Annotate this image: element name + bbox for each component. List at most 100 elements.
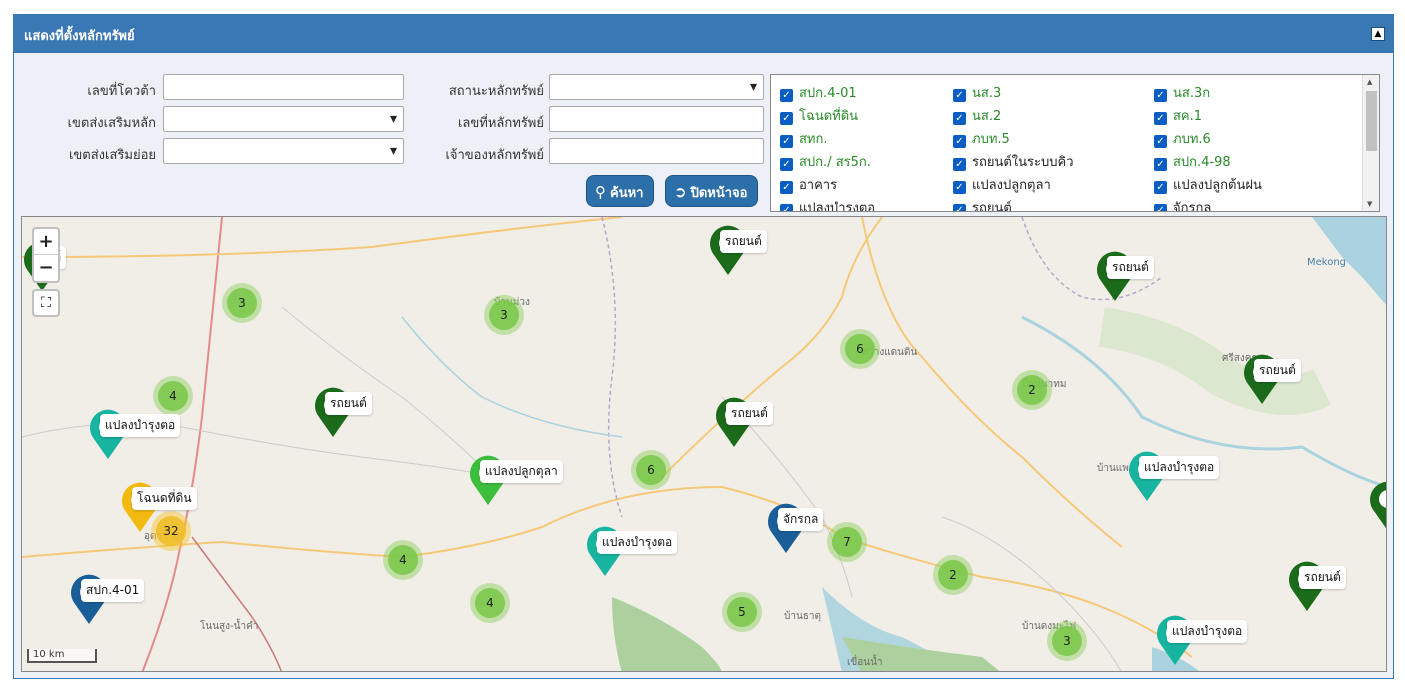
- quota-no-label: เลขที่โควต้า: [87, 84, 156, 99]
- map-marker[interactable]: รถยนต์: [1287, 559, 1346, 613]
- marker-cluster[interactable]: 4: [153, 376, 193, 416]
- checkbox-item[interactable]: ✓ ภบท.6: [1154, 128, 1211, 149]
- checkbox-item[interactable]: ✓ นส.3ก: [1154, 82, 1210, 103]
- checkbox-item[interactable]: ✓ จักรกล: [1154, 197, 1211, 211]
- map-marker[interactable]: จักรกล: [766, 501, 824, 555]
- checkbox-item[interactable]: ✓ สทก.: [780, 128, 828, 149]
- panel-header: แสดงที่ตั้งหลักทรัพย์ ▲: [14, 15, 1393, 53]
- check-icon[interactable]: ✓: [1154, 135, 1167, 148]
- search-button-label: ค้นหา: [610, 186, 644, 201]
- check-icon[interactable]: ✓: [780, 112, 793, 125]
- marker-cluster[interactable]: 3: [222, 283, 262, 323]
- zoom-out-button[interactable]: −: [34, 255, 58, 281]
- map-marker[interactable]: แปลงบำรุงตอ: [1155, 613, 1248, 667]
- map-marker[interactable]: รถยนต์: [708, 223, 767, 277]
- check-icon[interactable]: ✓: [1154, 181, 1167, 194]
- asset-no-input[interactable]: [549, 106, 764, 132]
- scroll-up-icon[interactable]: ▲: [1367, 78, 1372, 86]
- checklist-scrollbar[interactable]: ▲ ▼: [1362, 75, 1379, 211]
- marker-cluster[interactable]: 2: [933, 555, 973, 595]
- map-place-label: เขื่อนนํ้า: [847, 657, 883, 668]
- marker-cluster[interactable]: 2: [1012, 370, 1052, 410]
- map-place-label: Mekong: [1307, 257, 1347, 268]
- owner-label: เจ้าของหลักทรัพย์: [445, 148, 544, 163]
- checkbox-item[interactable]: ✓ สปก./ สร5ก.: [780, 151, 871, 172]
- checkbox-item[interactable]: ✓ รถยนต์ในระบบคิว: [953, 151, 1074, 172]
- checkbox-item[interactable]: ✓ แปลงปลูกต้นฝน: [1154, 174, 1262, 195]
- map-marker[interactable]: แปลงบำรุงตอ: [1127, 449, 1220, 503]
- map-marker[interactable]: รถยนต์: [1095, 249, 1154, 303]
- map-marker[interactable]: โฉนดที่ดิน: [120, 480, 197, 534]
- checkbox-item[interactable]: ✓ แปลงปลูกตุลา: [953, 174, 1051, 195]
- panel-title: แสดงที่ตั้งหลักทรัพย์: [24, 29, 135, 44]
- check-icon[interactable]: ✓: [780, 135, 793, 148]
- map-pin-icon: [1370, 481, 1386, 529]
- map-marker[interactable]: รถยนต์: [313, 385, 372, 439]
- check-icon[interactable]: ✓: [1154, 204, 1167, 211]
- marker-cluster[interactable]: 4: [470, 583, 510, 623]
- marker-cluster[interactable]: 6: [631, 450, 671, 490]
- check-icon[interactable]: ✓: [953, 112, 966, 125]
- close-screen-button[interactable]: ➲ ปิดหน้าจอ: [665, 175, 758, 207]
- map-marker[interactable]: รถยนต์: [1242, 352, 1301, 406]
- check-icon[interactable]: ✓: [780, 181, 793, 194]
- marker-cluster[interactable]: 3: [1047, 621, 1087, 661]
- asset-status-label: สถานะหลักทรัพย์: [448, 84, 544, 99]
- collapse-icon[interactable]: ▲: [1371, 27, 1385, 41]
- scrollbar-thumb[interactable]: [1366, 91, 1377, 151]
- quota-no-input[interactable]: [163, 74, 404, 100]
- marker-cluster[interactable]: 3: [484, 295, 524, 335]
- checkbox-item[interactable]: ✓ แปลงบำรุงตอ: [780, 197, 875, 211]
- check-icon[interactable]: ✓: [1154, 158, 1167, 171]
- checkbox-item[interactable]: ✓ สปก.4-98: [1154, 151, 1231, 172]
- asset-location-panel: แสดงที่ตั้งหลักทรัพย์ ▲ เลขที่โควต้า เขต…: [13, 14, 1394, 679]
- marker-cluster[interactable]: 4: [383, 540, 423, 580]
- map-marker[interactable]: รถยนต์: [714, 395, 773, 449]
- zoom-control: + −: [32, 227, 60, 283]
- check-icon[interactable]: ✓: [1154, 112, 1167, 125]
- close-button-label: ปิดหน้าจอ: [690, 186, 748, 201]
- check-icon[interactable]: ✓: [780, 204, 793, 211]
- check-icon[interactable]: ✓: [780, 89, 793, 102]
- map-scale: 10 km: [27, 649, 97, 663]
- checkbox-item[interactable]: ✓ โฉนดที่ดิน: [780, 105, 858, 126]
- map-place-label: โนนสูง-น้ำคำ: [200, 621, 259, 632]
- main-zone-label: เขตส่งเสริมหลัก: [67, 116, 156, 131]
- asset-status-select[interactable]: [549, 74, 764, 100]
- map-marker[interactable]: แปลงบำรุงตอ: [585, 524, 678, 578]
- marker-cluster[interactable]: 7: [827, 522, 867, 562]
- check-icon[interactable]: ✓: [953, 135, 966, 148]
- main-zone-select[interactable]: [163, 106, 404, 132]
- search-button[interactable]: ⚲ ค้นหา: [586, 175, 654, 207]
- checkbox-item[interactable]: ✓ สปก.4-01: [780, 82, 857, 103]
- map-place-label: บ้านธาตุ: [784, 611, 822, 622]
- marker-cluster[interactable]: 5: [722, 592, 762, 632]
- check-icon[interactable]: ✓: [780, 158, 793, 171]
- fullscreen-icon[interactable]: ⛶: [32, 289, 60, 317]
- search-icon: ⚲: [595, 183, 606, 201]
- marker-cluster[interactable]: 6: [840, 329, 880, 369]
- sub-zone-select[interactable]: [163, 138, 404, 164]
- check-icon[interactable]: ✓: [1154, 89, 1167, 102]
- checkbox-item[interactable]: ✓ อาคาร: [780, 174, 837, 195]
- map-marker[interactable]: [1368, 479, 1386, 533]
- checkbox-item[interactable]: ✓ สค.1: [1154, 105, 1202, 126]
- asset-type-checklist: ✓ สปก.4-01 ✓ นส.3 ✓ นส.3ก ✓ โฉนดที่ดิน ✓ นส.2…: [770, 74, 1380, 212]
- scroll-down-icon[interactable]: ▼: [1367, 200, 1372, 208]
- check-icon[interactable]: ✓: [953, 89, 966, 102]
- map-view[interactable]: Mekong ศรีสงคราม บ้านม่วง สว่างแดนดิน บ้…: [21, 216, 1387, 672]
- checkbox-item[interactable]: ✓ นส.2: [953, 105, 1001, 126]
- checkbox-item[interactable]: ✓ รถยนต์: [953, 197, 1012, 211]
- sub-zone-label: เขตส่งเสริมย่อย: [68, 148, 156, 163]
- check-icon[interactable]: ✓: [953, 181, 966, 194]
- map-marker[interactable]: แปลงบำรุงตอ: [88, 407, 181, 461]
- checkbox-item[interactable]: ✓ นส.3: [953, 82, 1001, 103]
- check-icon[interactable]: ✓: [953, 158, 966, 171]
- owner-input[interactable]: [549, 138, 764, 164]
- zoom-in-button[interactable]: +: [34, 229, 58, 255]
- exit-icon: ➲: [674, 183, 687, 201]
- check-icon[interactable]: ✓: [953, 204, 966, 211]
- map-marker[interactable]: แปลงปลูกตุลา: [468, 453, 563, 507]
- checkbox-item[interactable]: ✓ ภบท.5: [953, 128, 1010, 149]
- map-marker[interactable]: สปก.4-01: [69, 572, 145, 626]
